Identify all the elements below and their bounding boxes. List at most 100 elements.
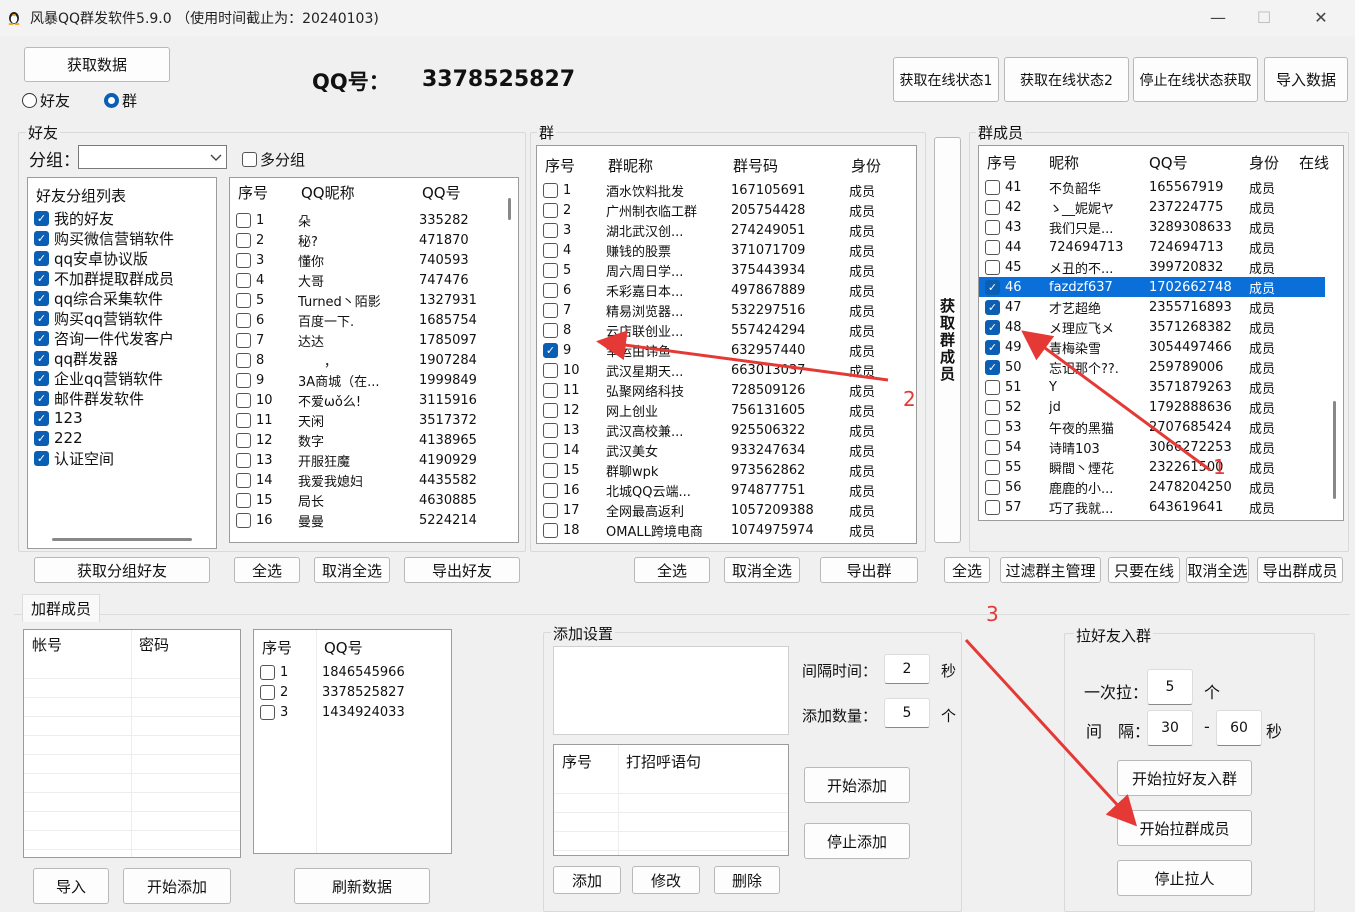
table-row[interactable]: 55 瞬間丶煙花 232261500 成员 [979, 457, 1325, 477]
groups-deselect-button[interactable]: 取消全选 [724, 557, 800, 583]
table-row[interactable]: 18 OMALL跨境电商 1074975974 成员 [537, 520, 916, 540]
row-checkbox[interactable] [543, 302, 558, 318]
add-greeting-button[interactable]: 添加 [553, 866, 621, 894]
row-checkbox[interactable] [236, 332, 251, 348]
row-checkbox[interactable] [236, 312, 251, 328]
fetch-data-button[interactable]: 获取数据 [24, 47, 170, 82]
start-add-accounts-button[interactable]: 开始添加 [123, 868, 231, 904]
radio-group-indicator[interactable] [104, 93, 119, 108]
tree-item[interactable]: ✓ 企业qq营销软件 [28, 368, 216, 388]
row-checkbox[interactable] [543, 522, 558, 538]
radio-friend[interactable]: 好友 [22, 90, 70, 111]
row-checkbox[interactable]: ✓ [34, 450, 49, 466]
row-checkbox[interactable]: ✓ [34, 430, 49, 446]
table-row[interactable]: 3 湖北武汉创... 274249051 成员 [537, 220, 916, 240]
row-checkbox[interactable]: ✓ [985, 359, 1000, 375]
friend-group-tree[interactable]: 好友分组列表 ✓ 我的好友 ✓ 购买微信营销软件 ✓ qq安卓协议版 ✓ 不加群提取群成员 ✓ q… [27, 177, 217, 549]
row-checkbox[interactable]: ✓ [34, 310, 49, 326]
row-checkbox[interactable] [543, 282, 558, 298]
tree-item[interactable]: ✓ 123 [28, 408, 216, 428]
table-row[interactable]: 45 メ丑的不... 399720832 成员 [979, 257, 1325, 277]
table-row[interactable]: 2 3378525827 [254, 682, 451, 702]
table-row[interactable]: 5 Turned丶陌影 1327931 [230, 290, 518, 310]
fetch-members-button[interactable]: 获取群成员 [934, 137, 961, 543]
tree-item[interactable]: ✓ 222 [28, 428, 216, 448]
table-row[interactable]: 10 武汉星期天... 663013037 成员 [537, 360, 916, 380]
row-checkbox[interactable] [543, 242, 558, 258]
row-checkbox[interactable] [985, 419, 1000, 435]
row-checkbox[interactable] [543, 322, 558, 338]
tree-item[interactable]: ✓ qq群发器 [28, 348, 216, 368]
tree-item[interactable]: ✓ 购买qq营销软件 [28, 308, 216, 328]
table-row[interactable]: 15 群聊wpk 973562862 成员 [537, 460, 916, 480]
tab-add-members[interactable]: 加群成员 [22, 594, 100, 622]
row-checkbox[interactable] [543, 222, 558, 238]
row-checkbox[interactable]: ✓ [985, 299, 1000, 315]
interval-input[interactable]: 2 [884, 654, 930, 684]
row-checkbox[interactable] [543, 482, 558, 498]
table-row[interactable]: ✓ 47 才艺超绝 2355716893 成员 [979, 297, 1325, 317]
multi-group-checkbox[interactable]: 多分组 [242, 149, 305, 170]
export-groups-button[interactable]: 导出群 [820, 557, 918, 583]
table-row[interactable]: 7 达达 1785097 [230, 330, 518, 350]
table-row[interactable]: 57 巧了我就... 643619641 成员 [979, 497, 1325, 517]
table-row[interactable]: 4 赚钱的股票 371071709 成员 [537, 240, 916, 260]
row-checkbox[interactable] [543, 262, 558, 278]
row-checkbox[interactable] [543, 382, 558, 398]
row-checkbox[interactable] [543, 362, 558, 378]
table-row[interactable]: ✓ 48 メ理应飞メ 3571268382 成员 [979, 317, 1325, 337]
table-row[interactable]: 8 ， 1907284 [230, 350, 518, 370]
row-checkbox[interactable] [236, 412, 251, 428]
row-checkbox[interactable]: ✓ [34, 210, 49, 226]
refresh-data-button[interactable]: 刷新数据 [294, 868, 430, 904]
greetings-table[interactable]: 序号 打招呼语句 [553, 744, 789, 856]
members-table[interactable]: 序号 昵称 QQ号 身份 在线 41 不负韶华 165567919 成员 42 ゝ__妮妮ヤ 237… [978, 145, 1344, 521]
table-row[interactable]: ✓ 49 青梅染雪 3054497466 成员 [979, 337, 1325, 357]
table-row[interactable]: 43 我们只是... 3289308633 成员 [979, 217, 1325, 237]
filter-admins-button[interactable]: 过滤群主管理 [1000, 557, 1101, 583]
row-checkbox[interactable]: ✓ [34, 230, 49, 246]
tree-hscroll[interactable] [52, 538, 192, 541]
row-checkbox[interactable] [236, 392, 251, 408]
multi-group-box[interactable] [242, 152, 257, 167]
table-row[interactable]: ✓ 9 幸运由讳鱼 632957440 成员 [537, 340, 916, 360]
edit-greeting-button[interactable]: 修改 [632, 866, 700, 894]
row-checkbox[interactable] [985, 239, 1000, 255]
minimize-button[interactable]: — [1195, 4, 1241, 32]
row-checkbox[interactable] [985, 499, 1000, 515]
import-button[interactable]: 导入 [33, 868, 109, 904]
table-row[interactable]: 16 曼曼 5224214 [230, 510, 518, 530]
table-row[interactable]: 17 全网最高返利 1057209388 成员 [537, 500, 916, 520]
row-checkbox[interactable] [543, 442, 558, 458]
table-row[interactable]: 1 酒水饮料批发 167105691 成员 [537, 180, 916, 200]
members-deselect-button[interactable]: 取消全选 [1186, 557, 1249, 583]
online-status-1-button[interactable]: 获取在线状态1 [893, 57, 999, 102]
row-checkbox[interactable] [543, 402, 558, 418]
row-checkbox[interactable] [236, 372, 251, 388]
table-row[interactable]: 51 Y 3571879263 成员 [979, 377, 1325, 397]
table-row[interactable]: 2 广州制衣临工群 205754428 成员 [537, 200, 916, 220]
maximize-button[interactable]: ☐ [1241, 4, 1287, 32]
radio-group[interactable]: 群 [104, 90, 137, 111]
table-row[interactable]: 4 大哥 747476 [230, 270, 518, 290]
stop-pull-button[interactable]: 停止拉人 [1117, 860, 1252, 896]
row-checkbox[interactable] [543, 502, 558, 518]
row-checkbox[interactable] [236, 352, 251, 368]
row-checkbox[interactable] [236, 232, 251, 248]
row-checkbox[interactable] [543, 422, 558, 438]
table-row[interactable]: 9 3A商城（在... 1999849 [230, 370, 518, 390]
friends-scrollbar[interactable] [501, 178, 518, 542]
online-status-2-button[interactable]: 获取在线状态2 [1004, 57, 1129, 102]
tree-item[interactable]: ✓ 购买微信营销软件 [28, 228, 216, 248]
row-checkbox[interactable] [985, 179, 1000, 195]
row-checkbox[interactable] [260, 704, 275, 720]
row-checkbox[interactable] [985, 459, 1000, 475]
table-row[interactable]: 10 不爱ωǒ么! 3115916 [230, 390, 518, 410]
table-row[interactable]: 1 朵 335282 [230, 210, 518, 230]
row-checkbox[interactable] [985, 219, 1000, 235]
row-checkbox[interactable]: ✓ [34, 390, 49, 406]
row-checkbox[interactable] [985, 379, 1000, 395]
stop-add-button[interactable]: 停止添加 [804, 823, 910, 859]
interval-from-input[interactable]: 30 [1147, 710, 1193, 746]
table-row[interactable]: 13 开服狂魔 4190929 [230, 450, 518, 470]
